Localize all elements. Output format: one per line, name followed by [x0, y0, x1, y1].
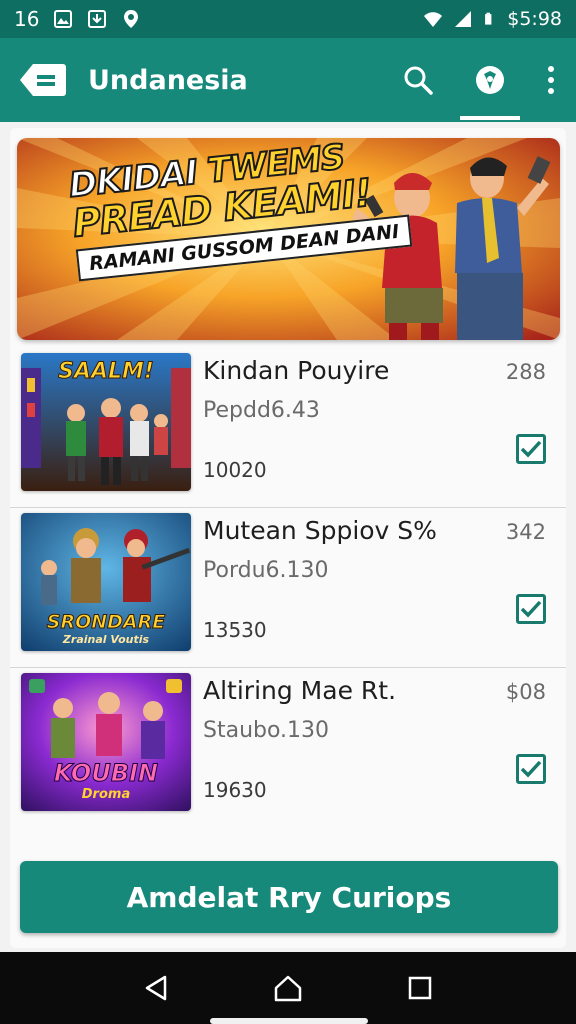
download-icon	[88, 10, 107, 28]
more-options-button[interactable]	[526, 38, 576, 122]
promo-banner[interactable]: DKIDAI TWEMS PREAD KEAMI! RAMANI GUSSOM …	[17, 138, 560, 340]
item-price: Pordu6.130	[203, 558, 329, 583]
item-count: 13530	[203, 618, 267, 642]
item-list: SAALM! Kindan Pouyire Pepdd6.43 10020 28…	[10, 348, 566, 828]
checkmark-icon	[520, 440, 542, 458]
checkmark-icon	[520, 760, 542, 778]
photo-icon	[54, 10, 73, 28]
status-bar: 16 $5:98	[0, 0, 576, 38]
status-time: 16	[14, 7, 40, 31]
more-vert-icon	[548, 66, 554, 94]
app-title: Undanesia	[88, 64, 248, 96]
search-icon	[404, 66, 433, 95]
item-checkbox[interactable]	[516, 434, 546, 464]
status-clock: $5:98	[507, 8, 562, 30]
item-title: Kindan Pouyire	[203, 356, 390, 385]
item-price: Staubo.130	[203, 718, 330, 743]
home-icon	[274, 975, 302, 1002]
app-bar: Undanesia	[0, 38, 576, 122]
item-thumbnail-label: KOUBIN	[53, 759, 159, 788]
signal-icon	[455, 11, 472, 27]
back-button[interactable]	[18, 60, 68, 100]
item-number: $08	[505, 680, 546, 704]
item-price: Pepdd6.43	[203, 398, 320, 423]
item-checkbox[interactable]	[516, 754, 546, 784]
compass-button[interactable]	[454, 38, 526, 122]
item-title: Mutean Sppiov S%	[203, 516, 437, 545]
item-thumbnail-label: SAALM!	[58, 359, 155, 385]
item-number: 342	[505, 520, 546, 544]
location-icon	[124, 10, 139, 28]
item-number: 288	[505, 360, 546, 384]
list-item[interactable]: KOUBIN Droma Altiring Mae Rt. Staubo.130…	[10, 668, 566, 828]
system-nav-bar	[0, 952, 576, 1024]
back-arrow-icon	[20, 64, 66, 96]
item-count: 19630	[203, 778, 267, 802]
content-card: DKIDAI TWEMS PREAD KEAMI! RAMANI GUSSOM …	[10, 128, 566, 948]
nav-recents-button[interactable]	[390, 963, 450, 1013]
primary-action-button[interactable]: Amdelat Rry Curiops	[20, 861, 558, 933]
item-thumbnail-label: SRONDARE	[46, 611, 166, 634]
item-thumbnail-sublabel: Droma	[81, 787, 131, 802]
nav-back-button[interactable]	[126, 963, 186, 1013]
item-title: Altiring Mae Rt.	[203, 676, 397, 705]
battery-icon	[485, 12, 492, 25]
search-button[interactable]	[382, 38, 454, 122]
nav-home-button[interactable]	[258, 963, 318, 1013]
item-thumbnail: KOUBIN Droma	[21, 673, 191, 811]
item-count: 10020	[203, 458, 267, 482]
recents-square-icon	[408, 976, 432, 1000]
back-triangle-icon	[145, 975, 167, 1001]
list-item[interactable]: SRONDARE Zrainal Voutis Mutean Sppiov S%…	[10, 508, 566, 668]
item-thumbnail: SAALM!	[21, 353, 191, 491]
checkmark-icon	[520, 600, 542, 618]
item-thumbnail-sublabel: Zrainal Voutis	[62, 633, 150, 646]
item-checkbox[interactable]	[516, 594, 546, 624]
list-item[interactable]: SAALM! Kindan Pouyire Pepdd6.43 10020 28…	[10, 348, 566, 508]
wifi-icon	[424, 12, 443, 27]
item-thumbnail: SRONDARE Zrainal Voutis	[21, 513, 191, 651]
compass-icon	[476, 66, 504, 94]
gesture-handle[interactable]	[210, 1018, 368, 1024]
